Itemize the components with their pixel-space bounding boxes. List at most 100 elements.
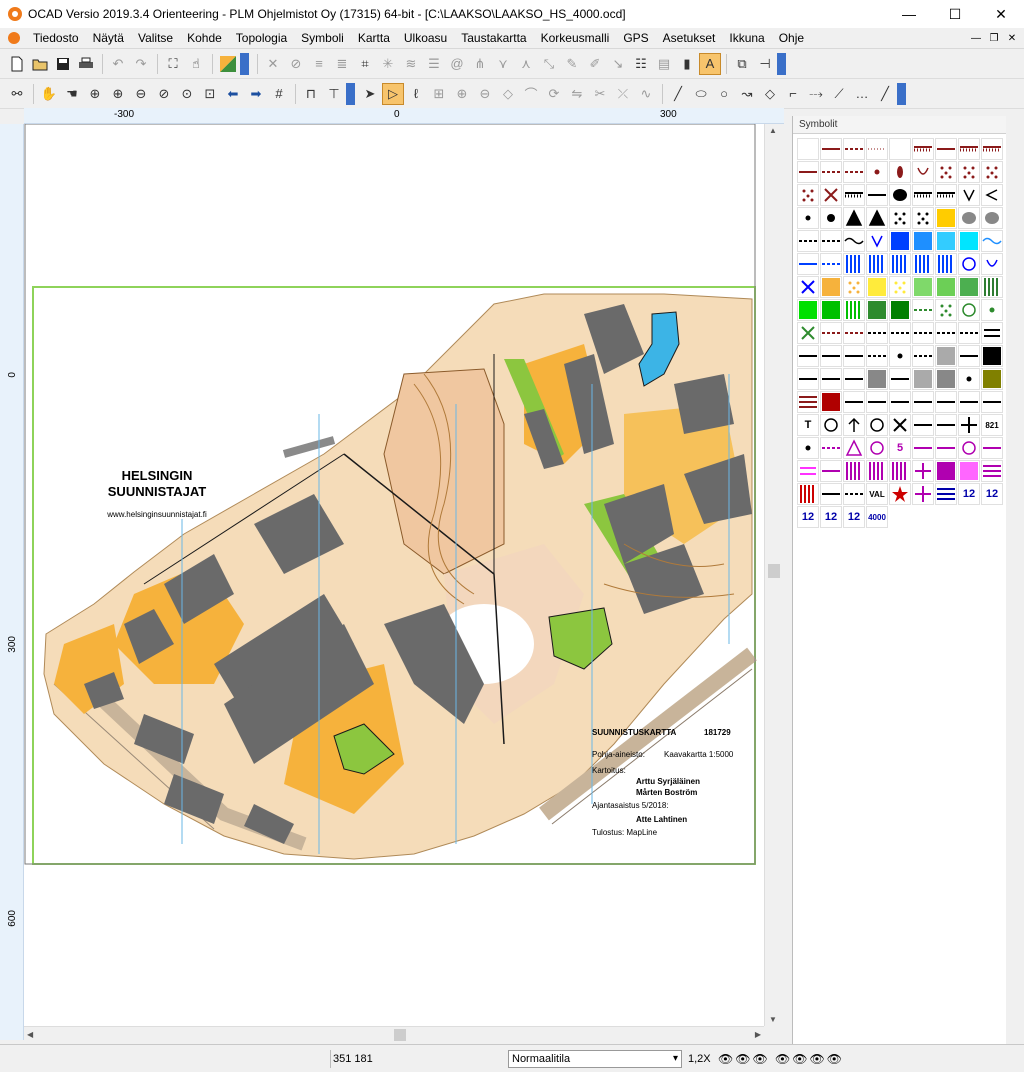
freehand-icon[interactable]: ∿ [635, 83, 657, 105]
symbol-swatch[interactable] [889, 460, 911, 482]
zoom-out-icon[interactable]: ⊖ [130, 83, 152, 105]
select-arrow-icon[interactable]: ➤ [359, 83, 381, 105]
zoom-in-plus-icon[interactable]: ⊕ [107, 83, 129, 105]
menu-taustakartta[interactable]: Taustakartta [454, 31, 533, 45]
symbol-swatch[interactable] [958, 138, 980, 160]
symbol-swatch[interactable] [866, 391, 888, 413]
symbol-swatch[interactable] [912, 299, 934, 321]
ruler2-icon[interactable]: ⊤ [323, 83, 345, 105]
symbol-swatch[interactable] [820, 299, 842, 321]
vertical-scrollbar[interactable]: ▲ ▼ [764, 124, 782, 1026]
scissors-icon[interactable]: ✂ [589, 83, 611, 105]
vertical-scroll-thumb[interactable] [768, 564, 780, 578]
symbol-swatch[interactable] [843, 253, 865, 275]
symbol-swatch[interactable] [866, 437, 888, 459]
symbol-swatch[interactable] [797, 138, 819, 160]
symbol-swatch[interactable] [843, 437, 865, 459]
symbol-swatch[interactable] [981, 276, 1003, 298]
symbol-swatch[interactable] [981, 161, 1003, 183]
symbol-swatch[interactable] [958, 322, 980, 344]
symbol-swatch[interactable] [843, 207, 865, 229]
menu-kohde[interactable]: Kohde [180, 31, 229, 45]
symbol-swatch[interactable] [912, 253, 934, 275]
save-icon[interactable] [52, 53, 74, 75]
stripes-icon[interactable]: ≋ [400, 53, 422, 75]
symbol-swatch[interactable] [866, 299, 888, 321]
menu-ulkoasu[interactable]: Ulkoasu [397, 31, 454, 45]
print-icon[interactable] [75, 53, 97, 75]
pin-icon[interactable]: ⊣ [754, 53, 776, 75]
symbol-swatch[interactable] [981, 460, 1003, 482]
symbol-swatch[interactable] [820, 345, 842, 367]
document-icon[interactable] [8, 32, 20, 44]
toolbar-dropdown[interactable] [346, 82, 355, 105]
symbol-swatch[interactable] [797, 161, 819, 183]
menu-symboli[interactable]: Symboli [294, 31, 351, 45]
scroll-left-icon[interactable]: ◀ [27, 1030, 33, 1039]
symbol-swatch[interactable] [843, 414, 865, 436]
symbol-swatch[interactable] [797, 460, 819, 482]
toolbar-dropdown[interactable] [897, 82, 906, 105]
symbol-swatch[interactable] [958, 230, 980, 252]
symbol-swatch[interactable]: 12 [820, 506, 842, 528]
symbol-swatch[interactable] [935, 345, 957, 367]
ellipse-icon[interactable]: ⬭ [690, 83, 712, 105]
symbol-swatch[interactable] [912, 184, 934, 206]
symbol-swatch[interactable] [935, 207, 957, 229]
symbol-swatch[interactable] [797, 276, 819, 298]
symbol-swatch[interactable] [820, 414, 842, 436]
symbol-swatch[interactable] [958, 368, 980, 390]
view-mode-icons[interactable]: 👁👁👁 👁👁👁👁 [718, 1052, 844, 1066]
brush-icon[interactable]: ✐ [584, 53, 606, 75]
symbol-swatch[interactable] [889, 322, 911, 344]
dash-line-icon[interactable]: ⤏ [805, 83, 827, 105]
symbol-swatch[interactable] [958, 276, 980, 298]
scroll-down-icon[interactable]: ▼ [769, 1015, 777, 1024]
symbol-swatch[interactable] [866, 230, 888, 252]
symbol-swatch[interactable] [889, 345, 911, 367]
ruler-icon[interactable]: ⊓ [300, 83, 322, 105]
bar-icon[interactable]: ▮ [676, 53, 698, 75]
cut-icon[interactable]: ✕ [262, 53, 284, 75]
symbol-swatch[interactable] [866, 161, 888, 183]
bezier-icon[interactable]: ↝ [736, 83, 758, 105]
menu-ikkuna[interactable]: Ikkuna [722, 31, 771, 45]
menu-valitse[interactable]: Valitse [131, 31, 180, 45]
symbol-swatch[interactable] [981, 322, 1003, 344]
straight-line-icon[interactable]: ╱ [874, 83, 896, 105]
symbol-swatch[interactable] [797, 253, 819, 275]
symbol-swatch[interactable] [981, 207, 1003, 229]
symbol-swatch[interactable] [843, 345, 865, 367]
symbol-swatch[interactable] [935, 276, 957, 298]
symbol-swatch[interactable] [981, 299, 1003, 321]
symbol-swatch[interactable]: 821 [981, 414, 1003, 436]
symbol-swatch[interactable] [866, 276, 888, 298]
symbol-swatch[interactable] [912, 345, 934, 367]
rotate-icon[interactable]: ⟳ [543, 83, 565, 105]
mdi-close-button[interactable]: ✕ [1004, 31, 1020, 45]
symbol-swatch[interactable]: 12 [843, 506, 865, 528]
symbol-swatch[interactable] [958, 299, 980, 321]
symbol-swatch[interactable] [912, 322, 934, 344]
symbol-swatch[interactable] [843, 460, 865, 482]
node-icon[interactable]: ⊞ [428, 83, 450, 105]
symbol-swatch[interactable] [797, 483, 819, 505]
symbol-swatch[interactable] [843, 483, 865, 505]
symbol-swatch[interactable] [843, 161, 865, 183]
symbol-swatch[interactable] [843, 322, 865, 344]
mirror-icon[interactable]: ⇋ [566, 83, 588, 105]
symbol-swatch[interactable] [843, 276, 865, 298]
align-lines-icon[interactable]: ≣ [331, 53, 353, 75]
close-button[interactable]: ✕ [978, 0, 1024, 28]
symbol-swatch[interactable] [889, 253, 911, 275]
symbol-swatch[interactable] [981, 391, 1003, 413]
symbol-swatch[interactable] [912, 161, 934, 183]
symbol-swatch[interactable] [866, 184, 888, 206]
copy-layout-icon[interactable]: ⧉ [731, 53, 753, 75]
symbol-swatch[interactable] [889, 299, 911, 321]
sparkle-icon[interactable]: ✳ [377, 53, 399, 75]
symbol-swatch[interactable] [958, 460, 980, 482]
color-layer-icon[interactable] [217, 53, 239, 75]
redo-icon[interactable]: ↷ [130, 53, 152, 75]
fullscreen-icon[interactable]: ⛶ [162, 53, 184, 75]
